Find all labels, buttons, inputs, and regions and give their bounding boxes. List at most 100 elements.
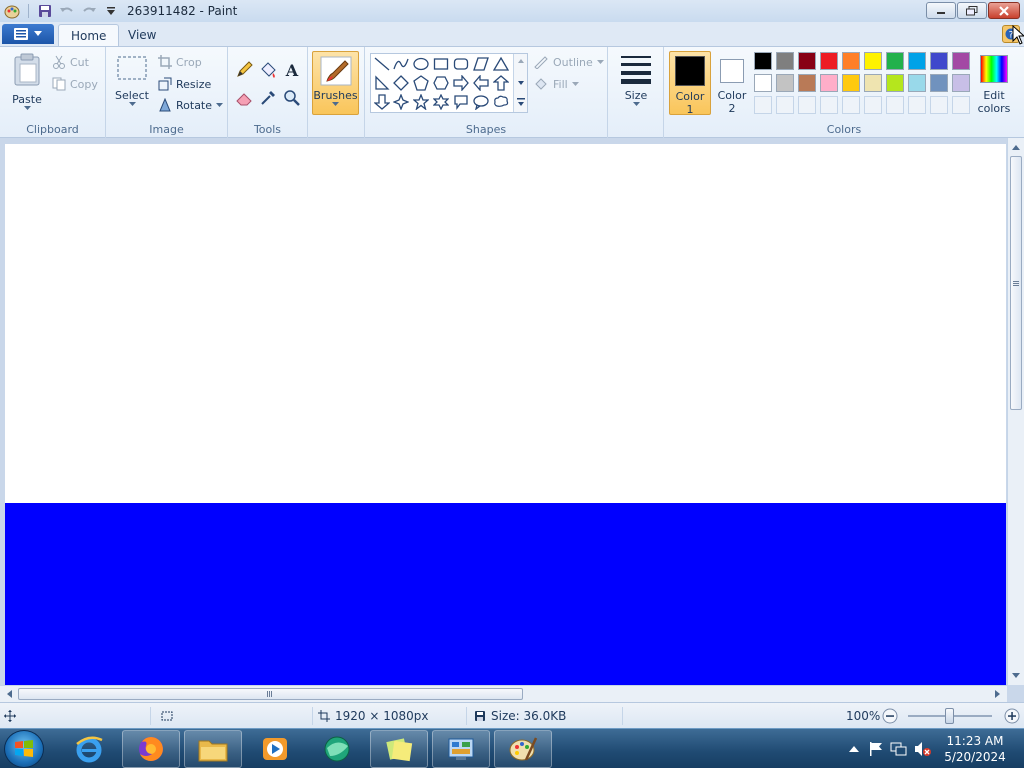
rotate-button[interactable]: Rotate [158, 96, 224, 114]
down-arrow-shape-icon[interactable] [373, 93, 391, 111]
fill-button[interactable]: Fill [533, 75, 579, 93]
brushes-button[interactable]: Brushes [312, 51, 359, 115]
sticky-notes-taskbar-button[interactable] [370, 730, 428, 768]
eraser-icon[interactable] [233, 87, 254, 108]
undo-icon[interactable] [59, 3, 75, 19]
palette-swatch[interactable] [842, 74, 860, 92]
tab-home[interactable]: Home [58, 24, 120, 46]
show-hidden-icons-icon[interactable] [849, 745, 859, 753]
outline-button[interactable]: Outline [533, 53, 604, 71]
resize-button[interactable]: Resize [158, 75, 211, 93]
up-arrow-shape-icon[interactable] [492, 74, 510, 92]
horizontal-scrollbar[interactable] [0, 685, 1007, 702]
close-button[interactable] [988, 2, 1020, 19]
palette-swatch[interactable] [820, 74, 838, 92]
pencil-icon[interactable] [233, 59, 254, 80]
palette-swatch[interactable] [842, 52, 860, 70]
minimize-button[interactable] [926, 2, 956, 19]
scroll-down-icon[interactable] [1008, 669, 1024, 683]
palette-swatch[interactable] [930, 52, 948, 70]
paint-app-icon[interactable] [4, 3, 20, 19]
palette-swatch[interactable] [798, 74, 816, 92]
oval-shape-icon[interactable] [412, 55, 430, 73]
palette-swatch[interactable] [754, 74, 772, 92]
color2-button[interactable]: Color 2 [712, 51, 752, 115]
four-point-star-shape-icon[interactable] [392, 93, 410, 111]
size-button[interactable]: Size [618, 53, 654, 107]
custom-color-slot[interactable] [798, 96, 816, 114]
oval-callout-shape-icon[interactable] [472, 93, 490, 111]
diamond-shape-icon[interactable] [392, 74, 410, 92]
start-button[interactable] [4, 730, 44, 768]
save-icon[interactable] [37, 3, 53, 19]
custom-color-slot[interactable] [820, 96, 838, 114]
crop-button[interactable]: Crop [158, 53, 202, 71]
customize-qat-icon[interactable] [103, 3, 119, 19]
five-point-star-shape-icon[interactable] [412, 93, 430, 111]
palette-swatch[interactable] [930, 74, 948, 92]
six-point-star-shape-icon[interactable] [432, 93, 450, 111]
custom-color-slot[interactable] [842, 96, 860, 114]
right-arrow-shape-icon[interactable] [452, 74, 470, 92]
palette-swatch[interactable] [886, 52, 904, 70]
app-taskbar-button[interactable] [308, 730, 366, 768]
palette-swatch[interactable] [776, 74, 794, 92]
rectangle-shape-icon[interactable] [432, 55, 450, 73]
zoom-out-icon[interactable] [882, 708, 898, 724]
custom-color-slot[interactable] [776, 96, 794, 114]
zoom-in-icon[interactable] [1004, 708, 1020, 724]
cut-button[interactable]: Cut [52, 53, 89, 71]
palette-swatch[interactable] [754, 52, 772, 70]
cloud-callout-shape-icon[interactable] [492, 93, 510, 111]
palette-swatch[interactable] [864, 74, 882, 92]
text-tool-icon[interactable]: A [281, 59, 302, 80]
horizontal-scroll-thumb[interactable] [18, 688, 523, 700]
polygon-shape-icon[interactable] [472, 55, 490, 73]
palette-swatch[interactable] [864, 52, 882, 70]
paint-menu-button[interactable] [2, 24, 54, 44]
pentagon-shape-icon[interactable] [412, 74, 430, 92]
scroll-up-icon[interactable] [1008, 140, 1024, 154]
redo-icon[interactable] [81, 3, 97, 19]
triangle-shape-icon[interactable] [492, 55, 510, 73]
tab-view[interactable]: View [116, 24, 168, 46]
vertical-scroll-thumb[interactable] [1010, 156, 1022, 410]
drawing-canvas[interactable] [5, 144, 1006, 685]
paste-button[interactable]: Paste [8, 53, 46, 111]
custom-color-slot[interactable] [930, 96, 948, 114]
internet-explorer-taskbar-button[interactable] [60, 730, 118, 768]
firefox-taskbar-button[interactable] [122, 730, 180, 768]
palette-swatch[interactable] [952, 74, 970, 92]
scroll-left-icon[interactable] [2, 686, 16, 702]
taskbar-clock[interactable]: 11:23 AM 5/20/2024 [940, 733, 1010, 765]
control-panel-taskbar-button[interactable] [432, 730, 490, 768]
curve-shape-icon[interactable] [392, 55, 410, 73]
zoom-slider-thumb[interactable] [945, 708, 954, 724]
fill-bucket-icon[interactable] [257, 59, 278, 80]
scroll-right-icon[interactable] [991, 686, 1005, 702]
custom-color-slot[interactable] [864, 96, 882, 114]
color-picker-icon[interactable] [257, 87, 278, 108]
media-player-taskbar-button[interactable] [246, 730, 304, 768]
hexagon-shape-icon[interactable] [432, 74, 450, 92]
right-triangle-shape-icon[interactable] [373, 74, 391, 92]
paint-taskbar-button[interactable] [494, 730, 552, 768]
select-button[interactable]: Select [114, 55, 150, 107]
restore-button[interactable] [957, 2, 987, 19]
magnifier-icon[interactable] [281, 87, 302, 108]
palette-swatch[interactable] [908, 74, 926, 92]
palette-swatch[interactable] [886, 74, 904, 92]
custom-color-slot[interactable] [908, 96, 926, 114]
network-icon[interactable] [890, 741, 908, 757]
vertical-scrollbar[interactable] [1007, 138, 1024, 685]
color1-button[interactable]: Color 1 [669, 51, 711, 116]
palette-swatch[interactable] [908, 52, 926, 70]
palette-swatch[interactable] [952, 52, 970, 70]
custom-color-slot[interactable] [754, 96, 772, 114]
volume-muted-icon[interactable] [914, 741, 932, 757]
left-arrow-shape-icon[interactable] [472, 74, 490, 92]
palette-swatch[interactable] [820, 52, 838, 70]
custom-color-slot[interactable] [886, 96, 904, 114]
rounded-callout-shape-icon[interactable] [452, 93, 470, 111]
palette-swatch[interactable] [798, 52, 816, 70]
